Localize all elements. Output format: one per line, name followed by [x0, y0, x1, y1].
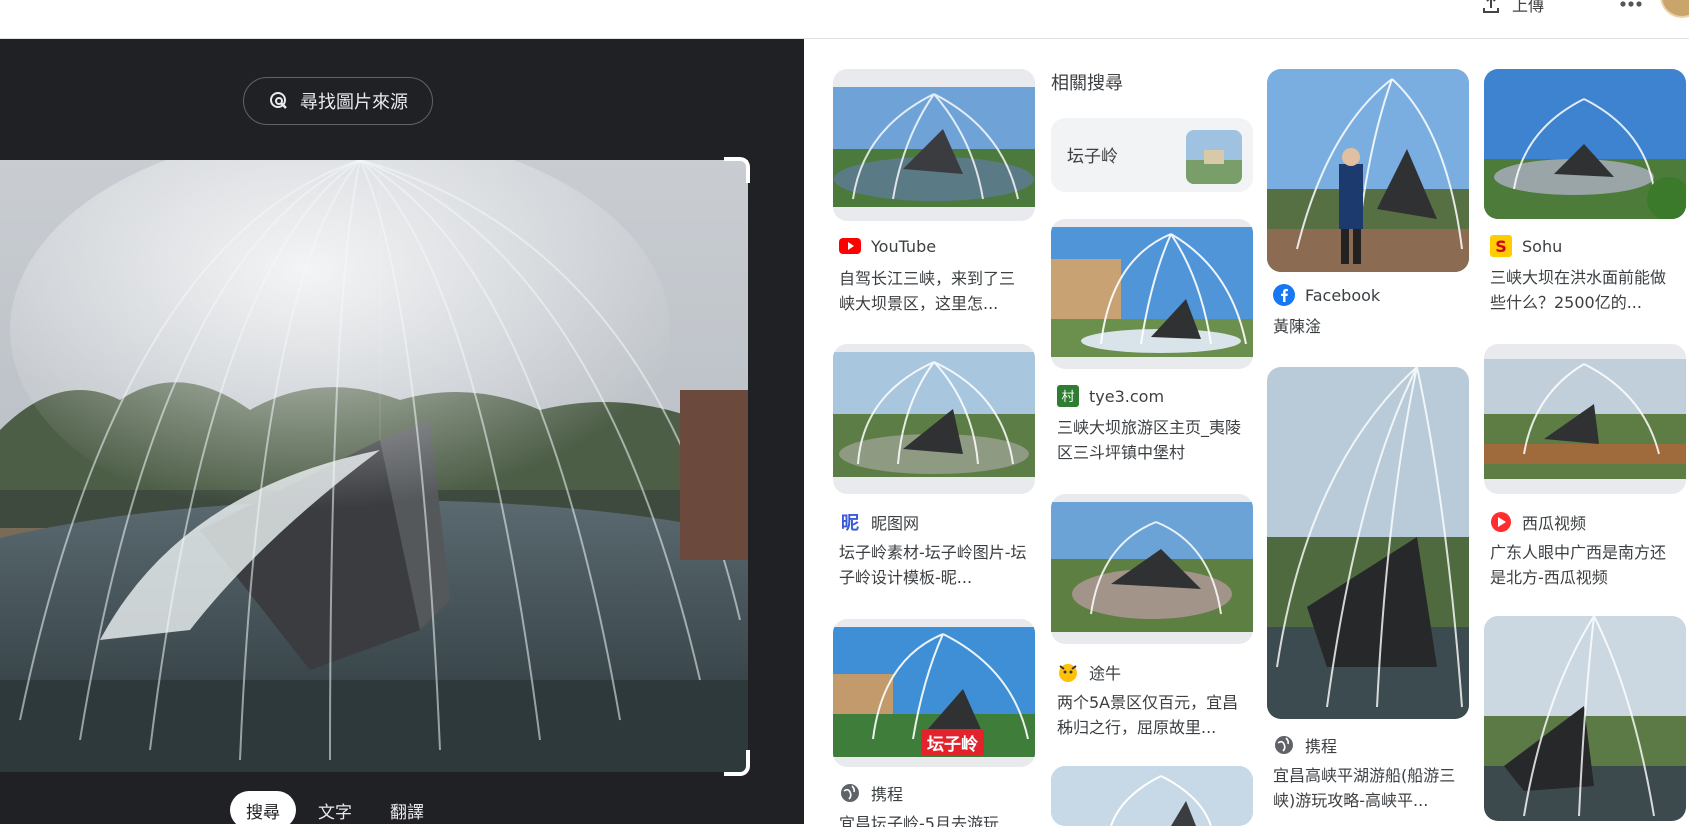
- result-source[interactable]: 村 tye3.com: [1057, 385, 1164, 407]
- find-source-label: 尋找圖片來源: [300, 92, 408, 113]
- result-card[interactable]: 昵 昵图网 坛子岭素材-坛子岭图片-坛子岭设计模板-昵...: [833, 344, 1035, 594]
- result-thumbnail[interactable]: [1051, 766, 1253, 826]
- visual-matches: YouTube 自驾长江三峡，来到了三峡大坝景区，这里怎... 昵 昵图网 坛子…: [805, 39, 1689, 827]
- result-card[interactable]: 西瓜视频 广东人眼中广西是南方还是北方-西瓜视频: [1484, 344, 1686, 599]
- result-source[interactable]: S Sohu: [1490, 235, 1562, 257]
- result-thumbnail[interactable]: [1484, 616, 1686, 821]
- result-card[interactable]: 途牛 两个5A景区仅百元，宜昌秭归之行，屈原故里...: [1051, 494, 1253, 744]
- top-bar: 上傳: [0, 0, 1689, 39]
- tab-translate[interactable]: 翻譯: [374, 791, 440, 829]
- selected-image[interactable]: [0, 160, 748, 772]
- result-source-name: 西瓜视频: [1522, 514, 1587, 533]
- crop-handle-bottom-right[interactable]: [724, 750, 750, 776]
- result-card[interactable]: [1051, 766, 1253, 826]
- result-source[interactable]: 携程: [839, 781, 903, 805]
- result-title[interactable]: 宜昌坛子岭-5月去游玩...: [839, 811, 1029, 827]
- facebook-icon: [1273, 284, 1295, 306]
- result-card[interactable]: S Sohu 三峡大坝在洪水面前能做些什么？2500亿的...: [1484, 69, 1686, 319]
- result-source-name: 昵图网: [871, 514, 920, 533]
- tuniu-icon: [1057, 661, 1079, 683]
- result-title[interactable]: 三峡大坝旅游区主页_夷陵区三斗坪镇中堡村: [1057, 415, 1247, 465]
- upload-button[interactable]: 上傳: [1480, 0, 1544, 14]
- result-thumbnail[interactable]: [1267, 367, 1469, 719]
- result-source[interactable]: 携程: [1273, 733, 1337, 757]
- result-source-name: Sohu: [1522, 236, 1563, 256]
- thumbnail-overlay-label: 坛子岭: [921, 729, 984, 756]
- result-source-name: Facebook: [1305, 285, 1381, 305]
- find-image-source-button[interactable]: 尋找圖片來源: [243, 77, 433, 125]
- globe-icon: [1273, 734, 1295, 756]
- result-card[interactable]: [1484, 616, 1686, 821]
- xigua-icon: [1490, 511, 1512, 533]
- result-title[interactable]: 宜昌高峡平湖游船(船游三峡)游玩攻略-高峡平...: [1273, 763, 1463, 813]
- result-source[interactable]: 昵 昵图网: [839, 510, 919, 534]
- lens-panel: 尋找圖片來源 搜尋 文字 翻譯: [0, 39, 804, 829]
- result-source[interactable]: 途牛: [1057, 660, 1121, 684]
- result-thumbnail[interactable]: [1484, 69, 1686, 219]
- globe-icon: [839, 782, 861, 804]
- result-source[interactable]: Facebook: [1273, 284, 1380, 306]
- result-thumbnail[interactable]: [833, 69, 1035, 221]
- svg-text:村: 村: [1061, 390, 1074, 405]
- result-source-name: 途牛: [1089, 664, 1122, 683]
- find-source-icon: [270, 92, 287, 109]
- result-thumbnail[interactable]: 坛子岭: [833, 619, 1035, 767]
- upload-label: 上傳: [1512, 0, 1545, 14]
- result-title[interactable]: 黃陳淦: [1273, 314, 1463, 339]
- result-source[interactable]: 西瓜视频: [1490, 510, 1586, 534]
- more-icon[interactable]: [1618, 0, 1644, 12]
- crop-handle-top-right[interactable]: [724, 157, 750, 183]
- related-search-chip[interactable]: 坛子岭: [1051, 118, 1253, 192]
- nipic-icon: 昵: [841, 513, 859, 534]
- related-chip-label: 坛子岭: [1067, 147, 1118, 167]
- result-title[interactable]: 坛子岭素材-坛子岭图片-坛子岭设计模板-昵...: [839, 540, 1029, 590]
- result-thumbnail[interactable]: [1484, 344, 1686, 494]
- related-chip-thumbnail: [1186, 130, 1242, 184]
- result-title[interactable]: 两个5A景区仅百元，宜昌秭归之行，屈原故里...: [1057, 690, 1247, 740]
- tab-text[interactable]: 文字: [302, 791, 368, 829]
- youtube-icon: [839, 235, 861, 257]
- result-thumbnail[interactable]: [1267, 69, 1469, 272]
- result-thumbnail[interactable]: [1051, 219, 1253, 369]
- result-source-name: 携程: [1305, 737, 1338, 756]
- result-title[interactable]: 自驾长江三峡，来到了三峡大坝景区，这里怎...: [839, 266, 1029, 316]
- tye3-icon: 村: [1057, 385, 1079, 407]
- avatar[interactable]: [1660, 0, 1689, 18]
- sohu-icon: S: [1490, 235, 1512, 257]
- result-thumbnail[interactable]: [833, 344, 1035, 494]
- result-card[interactable]: 携程 宜昌高峡平湖游船(船游三峡)游玩攻略-高峡平...: [1267, 367, 1469, 817]
- result-source-name: 携程: [871, 785, 904, 804]
- result-card[interactable]: YouTube 自驾长江三峡，来到了三峡大坝景区，这里怎...: [833, 69, 1035, 313]
- upload-icon: [1483, 0, 1499, 13]
- result-source[interactable]: YouTube: [839, 235, 936, 257]
- result-thumbnail[interactable]: [1051, 494, 1253, 644]
- result-card[interactable]: 坛子岭 携程 宜昌坛子岭-5月去游玩...: [833, 619, 1035, 829]
- result-source-name: YouTube: [871, 236, 937, 256]
- result-title[interactable]: 广东人眼中广西是南方还是北方-西瓜视频: [1490, 540, 1680, 590]
- tab-search[interactable]: 搜尋: [230, 791, 296, 829]
- lens-mode-tabs: 搜尋 文字 翻譯: [230, 791, 440, 831]
- result-card[interactable]: 村 tye3.com 三峡大坝旅游区主页_夷陵区三斗坪镇中堡村: [1051, 219, 1253, 474]
- svg-text:S: S: [1495, 237, 1507, 256]
- result-card[interactable]: Facebook 黃陳淦: [1267, 69, 1469, 336]
- related-searches-heading: 相關搜尋: [1051, 73, 1123, 94]
- result-title[interactable]: 三峡大坝在洪水面前能做些什么？2500亿的...: [1490, 265, 1680, 315]
- result-source-name: tye3.com: [1089, 386, 1165, 406]
